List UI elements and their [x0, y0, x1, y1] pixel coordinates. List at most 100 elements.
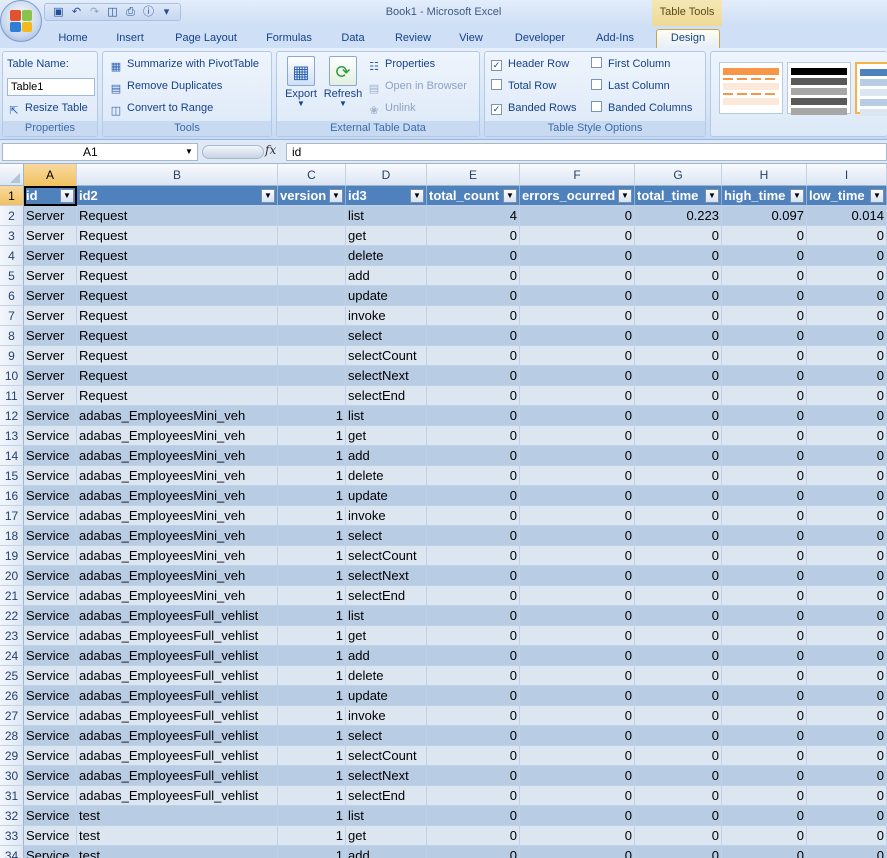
table-cell[interactable]: 0 — [807, 786, 887, 806]
table-cell[interactable]: test — [77, 846, 278, 858]
table-cell[interactable]: 0 — [722, 606, 807, 626]
table-cell[interactable]: 0 — [722, 346, 807, 366]
table-cell[interactable]: 0 — [635, 346, 722, 366]
name-box-dropdown-icon[interactable]: ▼ — [185, 147, 193, 156]
table-cell[interactable]: 0 — [722, 566, 807, 586]
row-header[interactable]: 19 — [0, 546, 24, 566]
tab-insert[interactable]: Insert — [108, 30, 152, 48]
table-cell[interactable]: 0 — [635, 806, 722, 826]
table-cell[interactable]: 1 — [278, 646, 346, 666]
table-cell[interactable]: 0 — [722, 766, 807, 786]
table-cell[interactable]: 0 — [807, 666, 887, 686]
table-cell[interactable]: 0 — [520, 766, 635, 786]
table-cell[interactable]: select — [346, 326, 427, 346]
table-cell[interactable]: adabas_EmployeesMini_veh — [77, 446, 278, 466]
table-cell[interactable]: Service — [24, 766, 77, 786]
table-cell[interactable]: 0 — [427, 486, 520, 506]
row-header[interactable]: 8 — [0, 326, 24, 346]
table-cell[interactable]: 0 — [722, 226, 807, 246]
table-header-cell[interactable]: total_count ▼ — [427, 186, 520, 206]
table-cell[interactable]: 0 — [427, 646, 520, 666]
table-cell[interactable]: Service — [24, 506, 77, 526]
table-cell[interactable]: Request — [77, 306, 278, 326]
table-cell[interactable]: 0 — [427, 846, 520, 858]
table-cell[interactable]: 0 — [635, 426, 722, 446]
table-cell[interactable]: 0 — [635, 746, 722, 766]
table-cell[interactable]: add — [346, 266, 427, 286]
row-header[interactable]: 7 — [0, 306, 24, 326]
table-cell[interactable]: get — [346, 426, 427, 446]
table-cell[interactable]: 0 — [807, 566, 887, 586]
table-cell[interactable]: Request — [77, 346, 278, 366]
table-cell[interactable]: 0 — [520, 466, 635, 486]
table-cell[interactable]: 0 — [722, 586, 807, 606]
table-cell[interactable]: 0 — [807, 306, 887, 326]
table-cell[interactable]: 0 — [722, 786, 807, 806]
table-cell[interactable]: Service — [24, 486, 77, 506]
table-header-cell[interactable]: total_time ▼ — [635, 186, 722, 206]
table-cell[interactable]: 0 — [722, 286, 807, 306]
table-cell[interactable]: 1 — [278, 486, 346, 506]
table-header-cell[interactable]: errors_ocurred ▼ — [520, 186, 635, 206]
table-cell[interactable]: select — [346, 726, 427, 746]
tab-review[interactable]: Review — [387, 30, 439, 48]
table-cell[interactable]: update — [346, 486, 427, 506]
table-cell[interactable] — [278, 246, 346, 266]
table-cell[interactable]: adabas_EmployeesMini_veh — [77, 426, 278, 446]
info-icon[interactable]: ⓘ — [141, 5, 156, 19]
table-cell[interactable]: 0 — [520, 646, 635, 666]
table-cell[interactable]: selectNext — [346, 766, 427, 786]
table-header-cell[interactable]: id2 ▼ — [77, 186, 278, 206]
table-cell[interactable]: selectCount — [346, 346, 427, 366]
table-cell[interactable]: 0 — [807, 826, 887, 846]
row-header[interactable]: 5 — [0, 266, 24, 286]
table-cell[interactable]: 0 — [807, 226, 887, 246]
table-cell[interactable]: Server — [24, 366, 77, 386]
table-cell[interactable]: 0 — [635, 386, 722, 406]
table-cell[interactable]: 0 — [722, 686, 807, 706]
table-cell[interactable]: 0 — [635, 366, 722, 386]
table-cell[interactable]: 0 — [427, 746, 520, 766]
row-header[interactable]: 16 — [0, 486, 24, 506]
table-cell[interactable]: 0 — [520, 366, 635, 386]
table-cell[interactable]: 0 — [520, 786, 635, 806]
table-cell[interactable]: 1 — [278, 746, 346, 766]
table-cell[interactable]: 0 — [635, 846, 722, 858]
table-cell[interactable]: 0 — [520, 346, 635, 366]
table-cell[interactable]: update — [346, 286, 427, 306]
table-cell[interactable]: 0 — [635, 646, 722, 666]
row-header[interactable]: 26 — [0, 686, 24, 706]
table-cell[interactable]: Server — [24, 246, 77, 266]
table-cell[interactable] — [278, 326, 346, 346]
row-header[interactable]: 21 — [0, 586, 24, 606]
table-cell[interactable]: 0 — [427, 606, 520, 626]
table-cell[interactable]: 0 — [520, 626, 635, 646]
table-cell[interactable]: 0 — [427, 566, 520, 586]
table-cell[interactable] — [278, 226, 346, 246]
table-cell[interactable]: 0 — [427, 446, 520, 466]
table-cell[interactable]: add — [346, 446, 427, 466]
table-cell[interactable]: 0 — [807, 386, 887, 406]
row-header[interactable]: 30 — [0, 766, 24, 786]
table-cell[interactable]: 0 — [635, 326, 722, 346]
table-cell[interactable]: 0 — [520, 806, 635, 826]
row-header[interactable]: 9 — [0, 346, 24, 366]
table-cell[interactable]: selectNext — [346, 566, 427, 586]
table-cell[interactable]: 0 — [520, 746, 635, 766]
table-cell[interactable]: 0 — [807, 286, 887, 306]
formula-bar-handle[interactable] — [202, 145, 264, 159]
table-cell[interactable]: 1 — [278, 466, 346, 486]
table-cell[interactable]: adabas_EmployeesMini_veh — [77, 586, 278, 606]
column-header-e[interactable]: E — [427, 164, 520, 186]
redo-icon[interactable]: ↷ — [87, 5, 102, 19]
table-cell[interactable]: get — [346, 826, 427, 846]
table-cell[interactable]: 0 — [807, 626, 887, 646]
table-cell[interactable]: 0 — [520, 666, 635, 686]
row-header[interactable]: 29 — [0, 746, 24, 766]
table-cell[interactable]: adabas_EmployeesFull_vehlist — [77, 606, 278, 626]
remove-duplicates-button[interactable]: ▤ Remove Duplicates — [109, 77, 223, 95]
tab-add-ins[interactable]: Add-Ins — [586, 30, 644, 48]
column-header-b[interactable]: B — [77, 164, 278, 186]
row-header[interactable]: 3 — [0, 226, 24, 246]
table-cell[interactable]: Server — [24, 266, 77, 286]
